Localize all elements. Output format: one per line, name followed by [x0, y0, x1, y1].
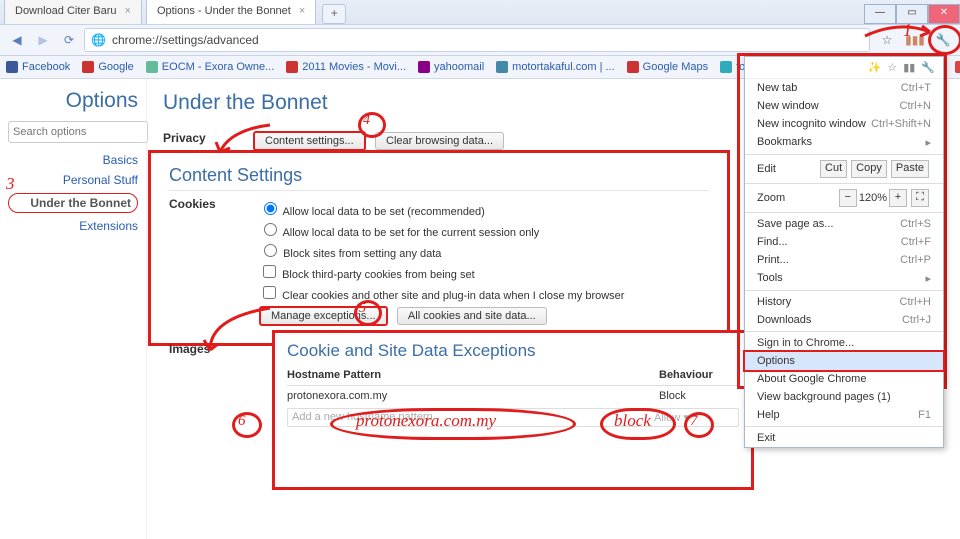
reload-button[interactable]: ⟳ — [58, 29, 80, 51]
menu-new-tab[interactable]: New tabCtrl+T — [745, 79, 943, 97]
bookmark-item[interactable]: Google+ — [955, 61, 960, 73]
search-options-input[interactable] — [8, 121, 148, 143]
menu-find[interactable]: Find...Ctrl+F — [745, 233, 943, 251]
exception-behaviour: Block — [659, 390, 739, 402]
sidebar-title: Options — [8, 89, 138, 113]
minimize-button[interactable]: — — [864, 4, 896, 24]
bookmark-item[interactable]: 2011 Movies - Movi... — [286, 61, 406, 73]
exception-behaviour-select[interactable]: Allow ▾ — [654, 411, 734, 424]
menu-wrench-icon[interactable]: 🔧 — [921, 61, 935, 74]
menu-star-icon[interactable]: ☆ — [887, 61, 897, 74]
images-label: Images — [169, 342, 259, 356]
all-cookies-button[interactable]: All cookies and site data... — [397, 307, 547, 325]
close-window-button[interactable]: ✕ — [928, 4, 960, 24]
cookie-opt-session[interactable]: Allow local data to be set for the curre… — [259, 220, 709, 239]
sidebar-link-basics[interactable]: Basics — [8, 153, 138, 167]
cookie-opt-block[interactable]: Block sites from setting any data — [259, 241, 709, 260]
menu-options[interactable]: Options — [743, 350, 945, 372]
bookmark-item[interactable]: yahoomail — [418, 61, 484, 73]
close-tab-icon[interactable]: × — [125, 5, 131, 17]
zoom-value: 120% — [859, 192, 887, 204]
menu-print[interactable]: Print...Ctrl+P — [745, 251, 943, 269]
bookmark-item[interactable]: Google Maps — [627, 61, 708, 73]
browser-tab[interactable]: Download Citer Baru × — [4, 0, 142, 24]
menu-new-window[interactable]: New windowCtrl+N — [745, 97, 943, 115]
tab-title: Download Citer Baru — [15, 5, 117, 17]
back-button[interactable]: ◀ — [6, 29, 28, 51]
globe-icon: 🌐 — [91, 33, 106, 47]
menu-incognito[interactable]: New incognito windowCtrl+Shift+N — [745, 115, 943, 133]
new-tab-button[interactable]: + — [322, 4, 346, 24]
cookie-opt-allow[interactable]: Allow local data to be set (recommended) — [259, 199, 709, 218]
browser-tab[interactable]: Options - Under the Bonnet × — [146, 0, 316, 24]
clear-browsing-data-button[interactable]: Clear browsing data... — [375, 132, 504, 150]
menu-downloads[interactable]: DownloadsCtrl+J — [745, 311, 943, 329]
zoom-full[interactable]: ⛶ — [911, 189, 929, 207]
content-settings-dialog: Content Settings Cookies Allow local dat… — [148, 150, 730, 346]
sidebar-link-extensions[interactable]: Extensions — [8, 219, 138, 233]
menu-wand-icon[interactable]: ✨ — [868, 61, 882, 74]
menu-zoom-row: Zoom − 120% + ⛶ — [745, 186, 943, 210]
tab-title: Options - Under the Bonnet — [157, 5, 291, 17]
stats-icon[interactable]: ▮▮▮ — [904, 29, 926, 51]
menu-history[interactable]: HistoryCtrl+H — [745, 293, 943, 311]
forward-button[interactable]: ▶ — [32, 29, 54, 51]
menu-bg-pages[interactable]: View background pages (1) — [745, 388, 943, 406]
options-sidebar: Options Basics Personal Stuff Under the … — [0, 79, 147, 539]
address-bar[interactable]: 🌐 chrome://settings/advanced — [84, 28, 870, 52]
menu-cut[interactable]: Cut — [820, 160, 847, 178]
menu-help[interactable]: HelpF1 — [745, 406, 943, 424]
exceptions-title: Cookie and Site Data Exceptions — [287, 341, 739, 361]
menu-tools[interactable]: Tools▸ — [745, 269, 943, 288]
cookies-label: Cookies — [169, 197, 259, 326]
exception-row[interactable]: protonexora.com.my Block — [287, 386, 739, 406]
menu-stats-icon[interactable]: ▮▮ — [903, 61, 915, 74]
wrench-icon: 🔧 — [936, 33, 951, 47]
menu-about[interactable]: About Google Chrome — [745, 370, 943, 388]
sidebar-link-personal[interactable]: Personal Stuff — [8, 173, 138, 187]
menu-save[interactable]: Save page as...Ctrl+S — [745, 215, 943, 233]
content-settings-button[interactable]: Content settings... — [253, 131, 366, 151]
url-text: chrome://settings/advanced — [112, 33, 259, 47]
bookmark-item[interactable]: Facebook — [6, 61, 70, 73]
menu-paste[interactable]: Paste — [891, 160, 929, 178]
zoom-out[interactable]: − — [839, 189, 857, 207]
cookie-exceptions-dialog: Cookie and Site Data Exceptions Hostname… — [272, 330, 754, 490]
sidebar-link-under-bonnet[interactable]: Under the Bonnet — [8, 193, 138, 213]
cookie-opt-3rdparty[interactable]: Block third-party cookies from being set — [259, 262, 709, 281]
maximize-button[interactable]: ▭ — [896, 4, 928, 24]
wrench-menu-button[interactable]: 🔧 — [932, 29, 954, 51]
manage-exceptions-button[interactable]: Manage exceptions... — [259, 306, 388, 326]
menu-bookmarks[interactable]: Bookmarks▸ — [745, 133, 943, 152]
menu-copy[interactable]: Copy — [851, 160, 887, 178]
cookie-opt-clearexit[interactable]: Clear cookies and other site and plug-in… — [259, 283, 709, 302]
menu-exit[interactable]: Exit — [745, 429, 943, 447]
col-hostname: Hostname Pattern — [287, 369, 659, 381]
star-icon[interactable]: ☆ — [876, 29, 898, 51]
wrench-menu: ✨ ☆ ▮▮ 🔧 New tabCtrl+T New windowCtrl+N … — [744, 56, 944, 448]
bookmark-item[interactable]: EOCM - Exora Owne... — [146, 61, 274, 73]
zoom-in[interactable]: + — [889, 189, 907, 207]
close-tab-icon[interactable]: × — [299, 5, 305, 17]
add-exception-input[interactable]: Add a new hostname pattern Allow ▾ — [287, 408, 739, 427]
exception-placeholder: Add a new hostname pattern — [292, 411, 654, 424]
menu-edit-row: Edit Cut Copy Paste — [745, 157, 943, 181]
dialog-title: Content Settings — [169, 165, 709, 191]
bookmark-item[interactable]: Google — [82, 61, 133, 73]
col-behaviour: Behaviour — [659, 369, 739, 381]
exception-host: protonexora.com.my — [287, 390, 659, 402]
bookmark-item[interactable]: motortakaful.com | ... — [496, 61, 615, 73]
